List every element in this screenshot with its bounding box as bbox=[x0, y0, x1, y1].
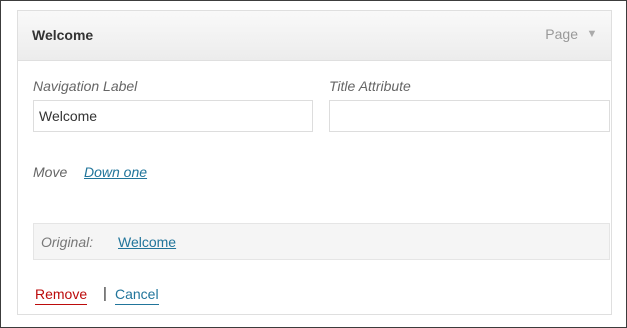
title-attribute-input[interactable] bbox=[329, 100, 610, 132]
original-label: Original: bbox=[41, 234, 94, 250]
move-label: Move bbox=[33, 164, 68, 180]
move-down-one-link[interactable]: Down one bbox=[84, 164, 147, 180]
triangle-down-icon[interactable]: ▼ bbox=[585, 27, 599, 41]
action-separator: | bbox=[103, 285, 107, 302]
title-attribute-label: Title Attribute bbox=[329, 78, 411, 94]
remove-link[interactable]: Remove bbox=[35, 286, 88, 305]
menu-item-title: Welcome bbox=[32, 27, 94, 43]
original-box: Original: Welcome bbox=[33, 223, 610, 260]
screenshot-frame: Welcome Page ▼ Navigation Label Title At… bbox=[0, 0, 627, 328]
menu-item-type: Page bbox=[545, 26, 578, 42]
original-link[interactable]: Welcome bbox=[118, 234, 176, 250]
navigation-label-input[interactable] bbox=[33, 100, 313, 132]
menu-item-header[interactable]: Welcome Page ▼ bbox=[18, 11, 611, 61]
cancel-link[interactable]: Cancel bbox=[115, 286, 159, 305]
navigation-label-label: Navigation Label bbox=[33, 78, 138, 94]
menu-item-panel: Welcome Page ▼ Navigation Label Title At… bbox=[17, 10, 612, 315]
